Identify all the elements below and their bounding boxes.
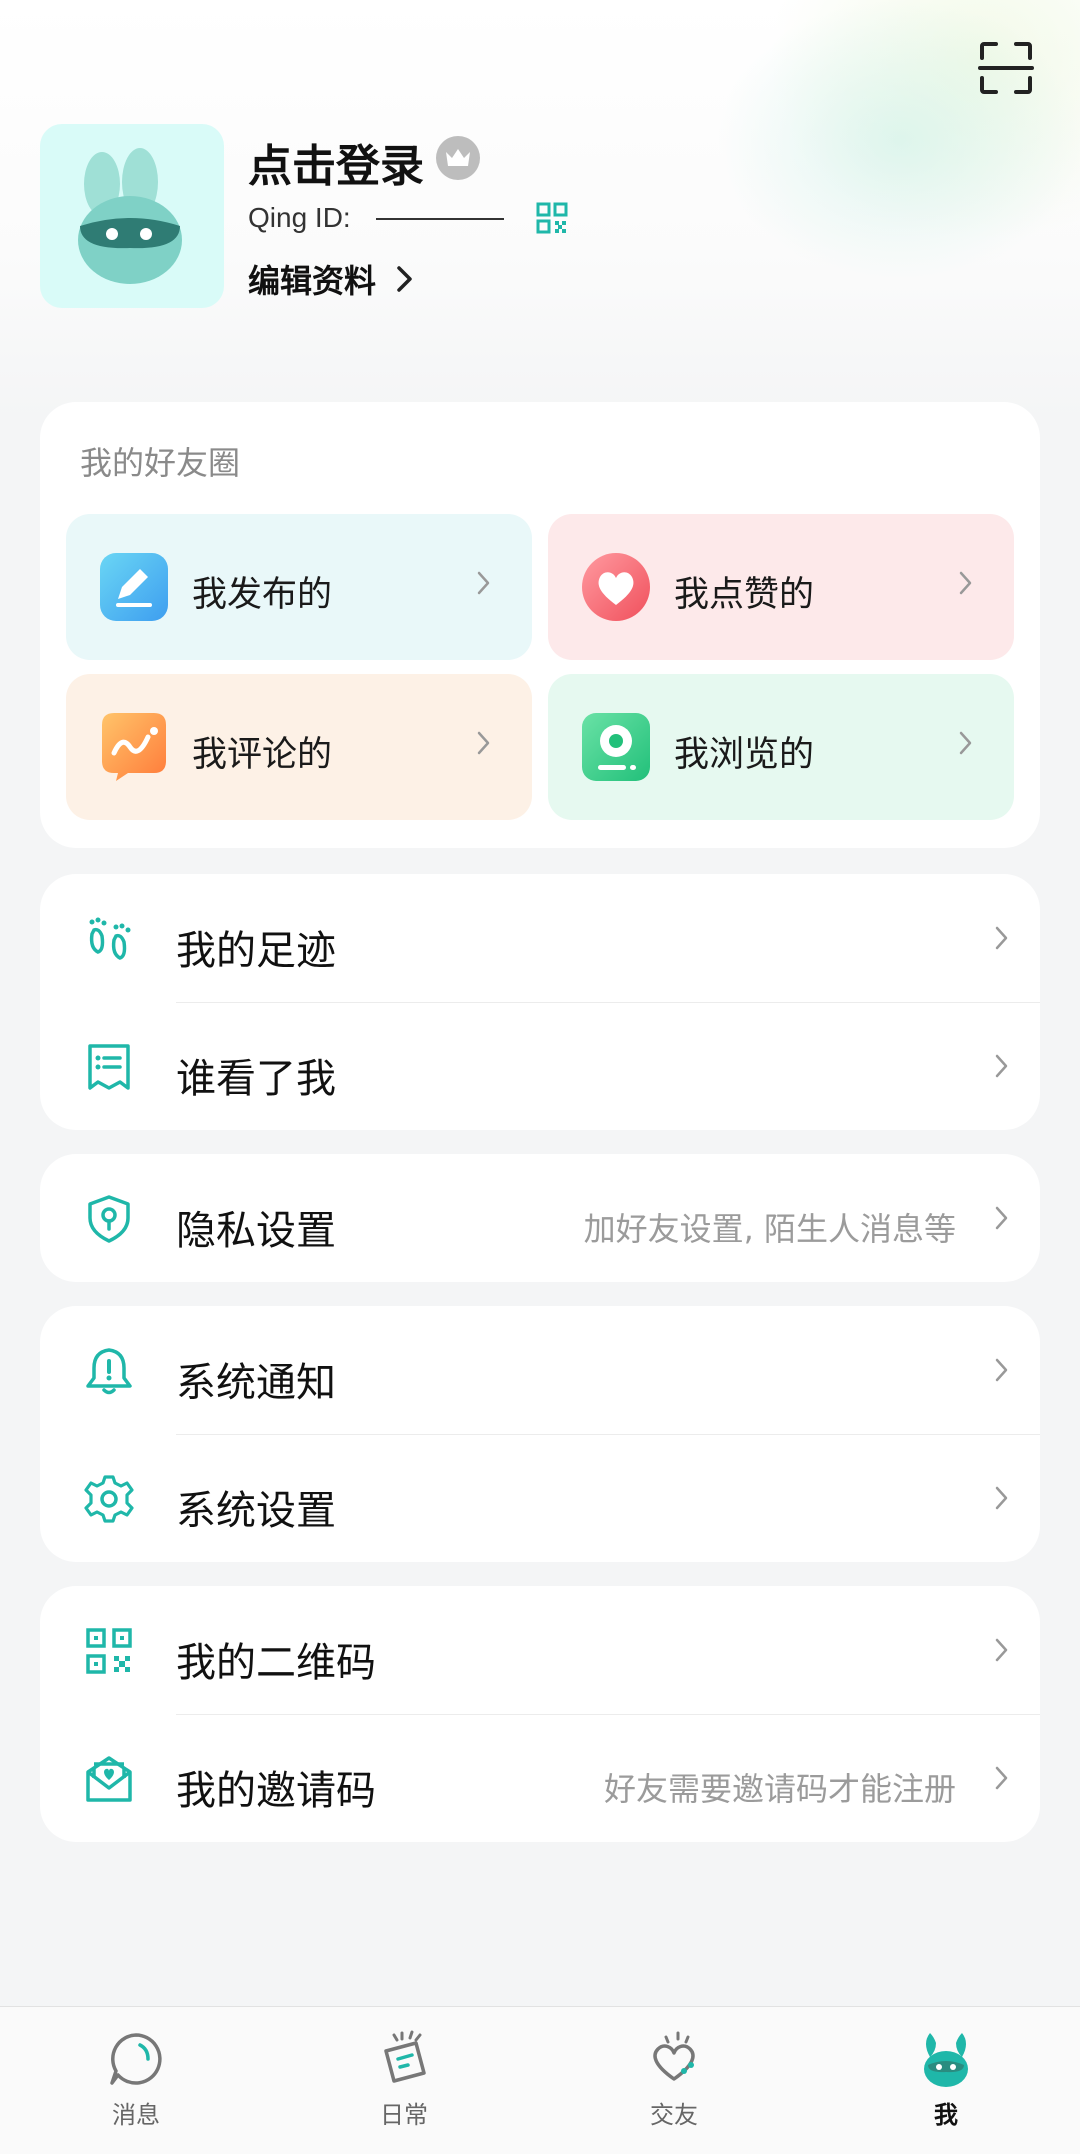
- avatar[interactable]: [40, 124, 224, 308]
- tile-my-comments[interactable]: 我评论的: [66, 674, 532, 820]
- menu-item-privacy[interactable]: 隐私设置 加好友设置, 陌生人消息等: [40, 1154, 1040, 1282]
- friend-circle-title: 我的好友圈: [80, 444, 241, 482]
- login-prompt[interactable]: 点击登录: [248, 130, 424, 194]
- nav-tab-daily[interactable]: 日常: [344, 2029, 464, 2149]
- chevron-right-icon: [995, 1206, 1008, 1230]
- menu-item-label: 我的二维码: [176, 1640, 376, 1686]
- daily-icon: [384, 2030, 426, 2083]
- menu-item-invite[interactable]: 我的邀请码 好友需要邀请码才能注册: [40, 1714, 1040, 1842]
- menu-item-footprint[interactable]: 我的足迹: [40, 874, 1040, 1002]
- menu-item-notifications[interactable]: 系统通知: [40, 1306, 1040, 1434]
- invite-card: 我的二维码 我的邀请码 好友需要邀请码才能注册: [40, 1586, 1040, 1842]
- chevron-right-icon: [995, 1766, 1008, 1790]
- bottom-navigation: 消息 日常 交友 我: [0, 2006, 1080, 2154]
- chevron-right-icon: [959, 571, 972, 595]
- menu-item-visitors[interactable]: 谁看了我: [40, 1002, 1040, 1130]
- chevron-right-icon: [995, 1358, 1008, 1382]
- bunny-avatar-icon: [78, 148, 182, 284]
- edit-profile-label: 编辑资料: [248, 262, 377, 300]
- qing-id-label: Qing ID:: [248, 202, 351, 233]
- tile-my-likes[interactable]: 我点赞的: [548, 514, 1014, 660]
- me-bunny-icon: [924, 2033, 968, 2087]
- scan-button[interactable]: [978, 40, 1034, 96]
- qing-id-qrcode-button[interactable]: [536, 202, 568, 234]
- bell-icon: [86, 1348, 132, 1395]
- menu-item-label: 系统通知: [176, 1360, 336, 1406]
- scan-icon: [978, 42, 1034, 94]
- chevron-right-icon: [397, 266, 412, 292]
- vip-badge: [436, 136, 480, 180]
- system-card: 系统通知 系统设置: [40, 1306, 1040, 1562]
- footprint-icon: [89, 917, 131, 960]
- comment-icon: [102, 713, 166, 781]
- qrcode-icon: [86, 1628, 132, 1674]
- gear-icon: [84, 1475, 134, 1523]
- nav-tab-label: 日常: [380, 2101, 428, 2129]
- heart-icon: [582, 553, 650, 621]
- nav-tab-me[interactable]: 我: [886, 2029, 1006, 2149]
- nav-tab-label: 交友: [650, 2101, 698, 2129]
- browse-icon: [582, 713, 650, 781]
- message-icon: [110, 2033, 162, 2085]
- nav-tab-friends[interactable]: 交友: [614, 2029, 734, 2149]
- chevron-right-icon: [995, 1638, 1008, 1662]
- menu-item-subtitle: 好友需要邀请码才能注册: [603, 1770, 956, 1808]
- chevron-right-icon: [477, 731, 490, 755]
- nav-tab-label: 消息: [112, 2101, 160, 2129]
- nav-tab-messages[interactable]: 消息: [76, 2029, 196, 2149]
- menu-item-subtitle: 加好友设置, 陌生人消息等: [583, 1210, 956, 1248]
- activity-card: 我的足迹 谁看了我: [40, 874, 1040, 1130]
- crown-icon: [446, 149, 470, 166]
- nav-tab-label: 我: [934, 2101, 958, 2129]
- menu-item-qrcode[interactable]: 我的二维码: [40, 1586, 1040, 1714]
- menu-item-label: 我的邀请码: [176, 1768, 376, 1814]
- friend-circle-card: 我的好友圈 我发布的 我点赞的 我评论的 我浏览的: [40, 402, 1040, 848]
- chevron-right-icon: [959, 731, 972, 755]
- menu-item-label: 隐私设置: [176, 1208, 336, 1254]
- tile-label: 我评论的: [192, 735, 333, 775]
- tile-my-posts[interactable]: 我发布的: [66, 514, 532, 660]
- menu-item-label: 我的足迹: [176, 928, 336, 974]
- edit-profile-link[interactable]: 编辑资料: [248, 256, 414, 302]
- menu-item-label: 系统设置: [176, 1488, 336, 1534]
- chevron-right-icon: [995, 926, 1008, 950]
- tile-label: 我点赞的: [674, 575, 815, 615]
- tile-label: 我发布的: [192, 575, 333, 615]
- qing-id-value: [376, 218, 504, 220]
- qrcode-icon: [536, 202, 568, 234]
- menu-item-settings[interactable]: 系统设置: [40, 1434, 1040, 1562]
- chevron-right-icon: [995, 1486, 1008, 1510]
- edit-icon: [100, 553, 168, 621]
- shield-icon: [88, 1195, 130, 1243]
- menu-item-label: 谁看了我: [176, 1056, 336, 1102]
- list-icon: [88, 1044, 130, 1090]
- chevron-right-icon: [995, 1054, 1008, 1078]
- tile-my-views[interactable]: 我浏览的: [548, 674, 1014, 820]
- tile-label: 我浏览的: [674, 735, 815, 775]
- invite-icon: [86, 1756, 132, 1802]
- chevron-right-icon: [477, 571, 490, 595]
- friends-icon: [653, 2031, 695, 2081]
- privacy-card: 隐私设置 加好友设置, 陌生人消息等: [40, 1154, 1040, 1282]
